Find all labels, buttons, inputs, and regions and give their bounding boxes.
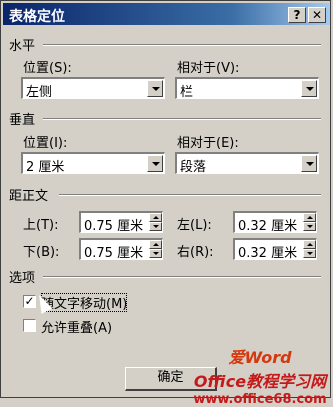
allow-overlap-label[interactable]: 允许重叠(A) <box>41 317 112 336</box>
spin-down-icon[interactable] <box>149 249 162 258</box>
vertical-section-label: 垂直 <box>9 113 36 128</box>
vertical-position-select[interactable]: 2 厘米 <box>21 152 165 175</box>
vertical-position-label: 位置(I): <box>23 136 68 151</box>
vertical-relative-select[interactable]: 段落 <box>175 152 319 175</box>
spin-down-icon[interactable] <box>303 222 316 231</box>
distance-divider <box>59 194 321 196</box>
chevron-down-icon[interactable] <box>147 155 163 172</box>
title-bar[interactable]: 表格定位 ? ✕ <box>3 3 330 25</box>
chevron-down-icon[interactable] <box>301 155 317 172</box>
chevron-down-icon[interactable] <box>147 80 163 97</box>
vertical-relative-value: 段落 <box>180 160 207 175</box>
vertical-relative-label: 相对于(E): <box>177 136 239 151</box>
distance-bottom-spinner[interactable]: 0.75 厘米 <box>79 238 163 260</box>
table-positioning-dialog: 表格定位 ? ✕ 水平 位置(S): 左侧 相对于(V): 栏 垂直 位置(I)… <box>0 0 331 398</box>
move-with-text-label[interactable]: 随文字移动(M) <box>41 293 128 312</box>
distance-section-label: 距正文 <box>9 189 49 204</box>
allow-overlap-checkbox[interactable] <box>23 319 36 332</box>
distance-bottom-label: 下(B): <box>23 245 60 260</box>
distance-top-label: 上(T): <box>23 218 59 233</box>
distance-left-label: 左(L): <box>177 218 212 233</box>
horizontal-position-select[interactable]: 左侧 <box>21 77 165 100</box>
vertical-divider <box>43 118 321 120</box>
horizontal-relative-label: 相对于(V): <box>177 61 240 76</box>
chevron-down-icon[interactable] <box>301 80 317 97</box>
spin-up-icon[interactable] <box>149 213 162 222</box>
spin-down-icon[interactable] <box>149 222 162 231</box>
options-section-label: 选项 <box>9 271 36 286</box>
horizontal-position-label: 位置(S): <box>23 61 72 76</box>
distance-right-spinner[interactable]: 0.32 厘米 <box>233 238 317 260</box>
distance-top-value: 0.75 厘米 <box>84 219 144 233</box>
vertical-position-value: 2 厘米 <box>26 160 65 175</box>
dialog-title: 表格定位 <box>9 9 65 25</box>
distance-left-spinner[interactable]: 0.32 厘米 <box>233 211 317 233</box>
horizontal-divider <box>43 44 321 46</box>
distance-right-label: 右(R): <box>177 245 214 260</box>
horizontal-section-label: 水平 <box>9 39 36 54</box>
spin-up-icon[interactable] <box>149 240 162 249</box>
options-divider <box>43 276 321 278</box>
help-button[interactable]: ? <box>288 7 306 23</box>
distance-top-spinner[interactable]: 0.75 厘米 <box>79 211 163 233</box>
distance-bottom-value: 0.75 厘米 <box>84 246 144 260</box>
horizontal-relative-value: 栏 <box>180 85 194 100</box>
distance-left-value: 0.32 厘米 <box>238 219 298 233</box>
horizontal-position-value: 左侧 <box>26 85 53 100</box>
ok-button[interactable]: 确定 <box>125 367 217 391</box>
horizontal-relative-select[interactable]: 栏 <box>175 77 319 100</box>
spin-up-icon[interactable] <box>303 213 316 222</box>
distance-right-value: 0.32 厘米 <box>238 246 298 260</box>
spin-down-icon[interactable] <box>303 249 316 258</box>
spin-up-icon[interactable] <box>303 240 316 249</box>
close-button[interactable]: ✕ <box>308 7 326 23</box>
